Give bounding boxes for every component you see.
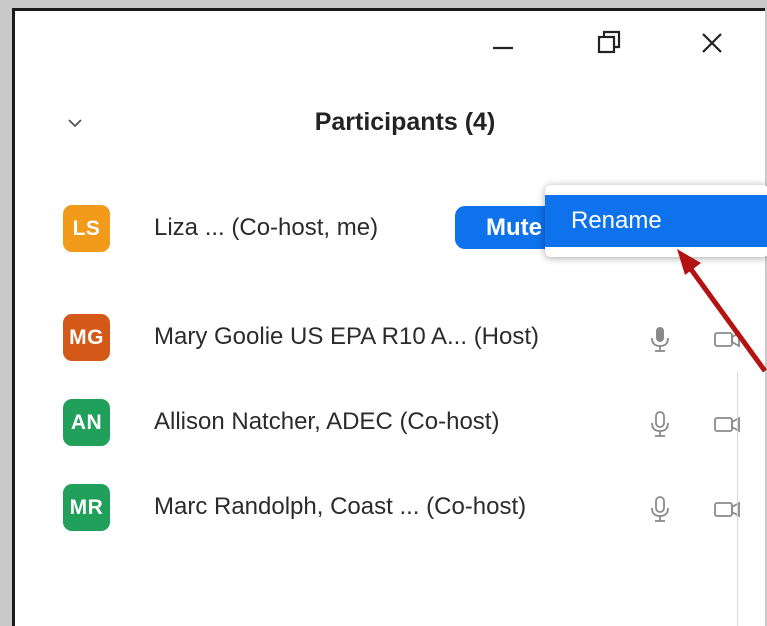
mic-icon[interactable] [646,325,674,353]
avatar: MR [63,484,110,531]
restore-icon [597,30,621,54]
minimize-icon [493,46,513,50]
avatar: LS [63,205,110,252]
participants-window: Participants (4) LS Liza ... (Co-host, m… [12,8,767,626]
panel-divider [737,372,738,626]
avatar: AN [63,399,110,446]
panel-title: Participants (4) [314,108,496,136]
participant-name: Mary Goolie US EPA R10 A... (Host) [154,323,540,350]
participant-name: Marc Randolph, Coast ... (Co-host) [154,493,527,520]
close-button[interactable] [692,27,732,59]
avatar: MG [63,314,110,361]
context-menu: Rename [545,185,767,257]
participant-name: Liza ... (Co-host, me) [154,214,379,241]
restore-button[interactable] [589,27,629,59]
minimize-button[interactable] [483,27,523,59]
video-off-icon[interactable] [713,325,741,353]
rename-menu-item[interactable]: Rename [545,195,767,247]
mic-icon[interactable] [646,495,674,523]
participant-row[interactable]: AN Allison Natcher, ADEC (Co-host) [15,399,767,447]
close-icon [702,33,722,53]
participant-name: Allison Natcher, ADEC (Co-host) [154,408,500,435]
participant-row[interactable]: MR Marc Randolph, Coast ... (Co-host) [15,484,767,532]
participant-row[interactable]: MG Mary Goolie US EPA R10 A... (Host) [15,314,767,362]
mic-icon[interactable] [646,410,674,438]
